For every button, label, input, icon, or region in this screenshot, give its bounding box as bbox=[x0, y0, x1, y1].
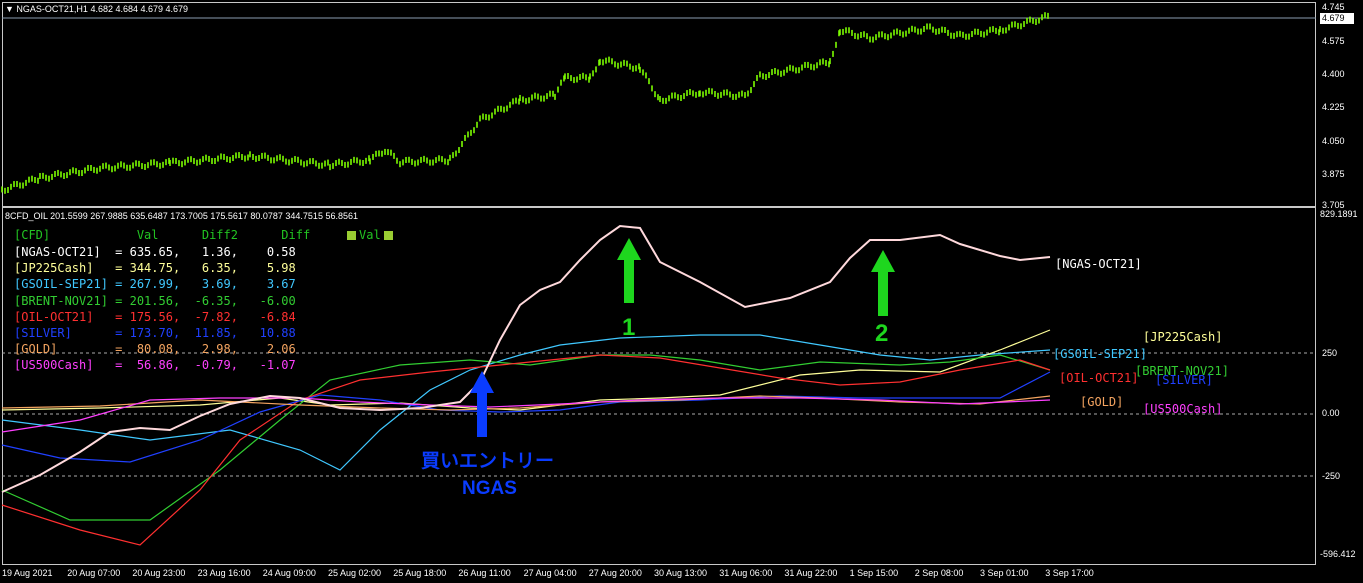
marker-1-label: 1 bbox=[622, 314, 636, 341]
entry-annotation-line1: 買いエントリー bbox=[421, 451, 555, 472]
price-axis-label: 4.050 bbox=[1322, 136, 1345, 146]
current-price-tag: 4.679 bbox=[1320, 13, 1354, 24]
price-axis-label: 4.225 bbox=[1322, 102, 1345, 112]
time-axis-label: 24 Aug 09:00 bbox=[262, 568, 316, 578]
price-candles bbox=[1, 12, 1049, 194]
time-axis-label: 20 Aug 23:00 bbox=[132, 568, 186, 578]
time-axis-label: 31 Aug 22:00 bbox=[784, 568, 838, 578]
time-axis-label: 25 Aug 18:00 bbox=[393, 568, 447, 578]
series-label: [NGAS-OCT21] bbox=[1055, 257, 1142, 271]
chart-title-text: NGAS-OCT21,H1 4.682 4.684 4.679 4.679 bbox=[16, 4, 189, 14]
price-axis-label: 3.875 bbox=[1322, 169, 1345, 179]
time-axis-label: 30 Aug 13:00 bbox=[654, 568, 708, 578]
time-axis-label: 1 Sep 15:00 bbox=[849, 568, 899, 578]
series-label: [GOLD] bbox=[1080, 395, 1124, 409]
marker-1-arrow-up bbox=[617, 238, 641, 303]
val-color-swatch-2 bbox=[383, 231, 393, 240]
indicator-title: 8CFD_OIL 201.5599 267.9885 635.6487 173.… bbox=[5, 211, 358, 221]
table-row: [GSOIL-SEP21] = 267.99, 3.69, 3.67 bbox=[14, 277, 296, 292]
indicator-axis-label: -596.412 bbox=[1320, 549, 1356, 559]
dropdown-icon[interactable]: ▼ bbox=[5, 4, 16, 14]
price-axis-label: 4.400 bbox=[1322, 69, 1345, 79]
us500-line bbox=[1, 397, 1051, 433]
table-header: [CFD] Val Diff2 Diff bbox=[14, 228, 311, 242]
time-axis-label: 3 Sep 01:00 bbox=[980, 568, 1029, 578]
val-legend-label: Val bbox=[359, 228, 381, 242]
time-axis-label: 26 Aug 11:00 bbox=[458, 568, 511, 578]
table-row: [JP225Cash] = 344.75, 6.35, 5.98 bbox=[14, 261, 296, 276]
marker-2-label: 2 bbox=[875, 320, 889, 347]
indicator-axis-label: 829.1891 bbox=[1320, 209, 1358, 219]
time-axis-label: 25 Aug 02:00 bbox=[328, 568, 382, 578]
time-axis-label: 20 Aug 07:00 bbox=[67, 568, 121, 578]
chart-window[interactable]: ▼ NGAS-OCT21,H1 4.682 4.684 4.679 4.679 … bbox=[0, 0, 1363, 583]
indicator-axis-label: 250 bbox=[1322, 348, 1338, 358]
series-label: [SILVER] bbox=[1155, 373, 1213, 387]
brent-line bbox=[1, 354, 1051, 521]
chart-canvas bbox=[1, 12, 1316, 546]
price-axis-label: 4.745 bbox=[1322, 2, 1345, 12]
indicator-axis-label: -250 bbox=[1322, 471, 1341, 481]
series-label: [JP225Cash] bbox=[1143, 330, 1223, 344]
marker-2-arrow-up bbox=[871, 250, 895, 316]
entry-annotation-line2: NGAS bbox=[462, 478, 517, 499]
series-label: [US500Cash] bbox=[1143, 402, 1223, 416]
series-label: [GSOIL-SEP21] bbox=[1053, 347, 1147, 361]
chart-title: ▼ NGAS-OCT21,H1 4.682 4.684 4.679 4.679 bbox=[5, 4, 188, 14]
table-row: [SILVER] = 173.70, 11.85, 10.88 bbox=[14, 326, 296, 340]
table-row: [NGAS-OCT21] = 635.65, 1.36, 0.58 bbox=[14, 245, 296, 259]
val-legend: Val bbox=[344, 228, 396, 242]
time-axis-label: 2 Sep 08:00 bbox=[914, 568, 964, 578]
time-axis-label: 27 Aug 04:00 bbox=[523, 568, 577, 578]
time-axis-label: 19 Aug 2021 bbox=[2, 568, 53, 578]
price-axis-label: 4.575 bbox=[1322, 36, 1345, 46]
table-row: [US500Cash] = 56.86, -0.79, -1.07 bbox=[14, 358, 296, 373]
table-row: [BRENT-NOV21] = 201.56, -6.35, -6.00 bbox=[14, 293, 296, 308]
entry-arrow-up bbox=[470, 371, 494, 437]
series-label: [OIL-OCT21] bbox=[1059, 371, 1139, 385]
time-axis-label: 27 Aug 20:00 bbox=[588, 568, 642, 578]
indicator-axis-label: 0.00 bbox=[1322, 408, 1340, 418]
time-axis-label: 23 Aug 16:00 bbox=[197, 568, 251, 578]
time-axis-label: 31 Aug 06:00 bbox=[719, 568, 773, 578]
time-axis-label: 3 Sep 17:00 bbox=[1045, 568, 1094, 578]
table-row: [OIL-OCT21] = 175.56, -7.82, -6.84 bbox=[14, 309, 296, 324]
val-color-swatch bbox=[347, 231, 356, 240]
table-row: [GOLD] = 80.08, 2.98, 2.06 bbox=[14, 342, 296, 357]
